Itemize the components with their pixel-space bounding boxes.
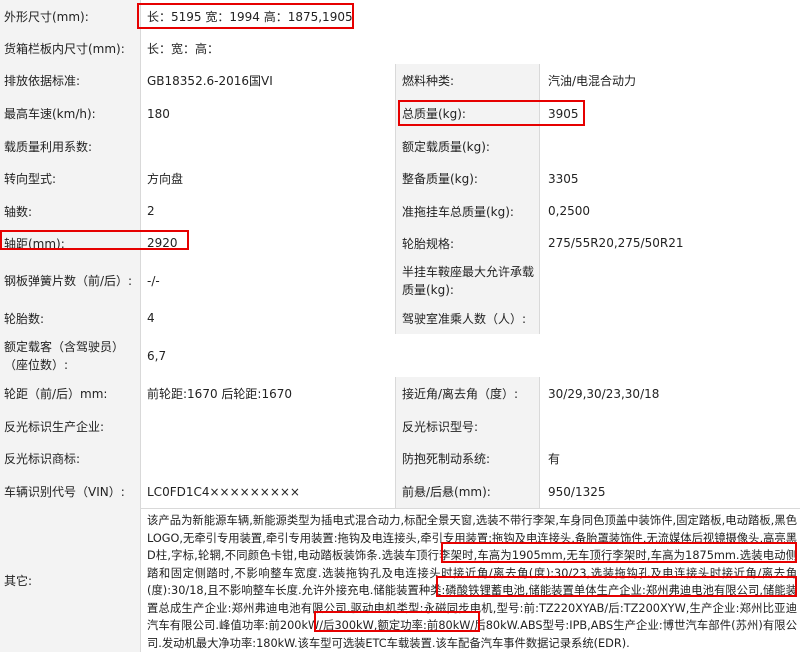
- value-tire-spec: 275/55R20,275/50R21: [540, 227, 800, 259]
- value-emission-standard: GB18352.6-2016国VI: [141, 64, 396, 97]
- label-abs-system: 防抱死制动系统:: [396, 442, 540, 475]
- value-reflective-maker: [141, 410, 396, 442]
- label-emission-standard: 排放依据标准:: [0, 64, 141, 97]
- value-abs-system: 有: [540, 442, 800, 475]
- label-fuel-type: 燃料种类:: [396, 64, 540, 97]
- label-trailer-mass: 准拖挂车总质量(kg):: [396, 195, 540, 227]
- value-wheelbase: 2920: [141, 227, 396, 259]
- value-saddle-load: [540, 259, 800, 302]
- spec-row-trademark-abs: 反光标识商标: 防抱死制动系统: 有: [0, 442, 800, 476]
- value-rated-load: [540, 130, 800, 162]
- spec-row-seats: 额定载客（含驾驶员）（座位数）: 6,7: [0, 334, 800, 378]
- value-tire-count: 4: [141, 302, 396, 334]
- label-reflective-maker: 反光标识生产企业:: [0, 410, 141, 442]
- spec-row-cargo-box: 货箱栏板内尺寸(mm): 长：宽：高：: [0, 32, 800, 65]
- spec-row-dimensions: 外形尺寸(mm): 长：5195 宽：1994 高：1875,1905: [0, 0, 800, 33]
- label-steering-type: 转向型式:: [0, 162, 141, 195]
- label-rated-passengers: 额定载客（含驾驶员）（座位数）:: [0, 334, 141, 377]
- spec-row-springs-saddle: 钢板弹簧片数（前/后）: -/- 半挂车鞍座最大允许承载质量(kg):: [0, 259, 800, 303]
- label-tire-spec: 轮胎规格:: [396, 227, 540, 259]
- label-total-mass: 总质量(kg):: [396, 97, 540, 130]
- label-max-speed: 最高车速(km/h):: [0, 97, 141, 130]
- label-reflective-model: 反光标识型号:: [396, 410, 540, 442]
- spec-row-load: 载质量利用系数: 额定载质量(kg):: [0, 130, 800, 163]
- value-curb-mass: 3305: [540, 162, 800, 195]
- value-approach-departure: 30/29,30/23,30/18: [540, 377, 800, 410]
- label-cargo-box-dimensions: 货箱栏板内尺寸(mm):: [0, 32, 141, 64]
- value-cab-occupants: [540, 302, 800, 334]
- value-max-speed: 180: [141, 97, 396, 130]
- label-approach-departure: 接近角/离去角（度）:: [396, 377, 540, 410]
- label-load-utilization: 载质量利用系数:: [0, 130, 141, 162]
- value-leaf-springs: -/-: [141, 259, 396, 302]
- label-outer-dimensions: 外形尺寸(mm):: [0, 0, 141, 32]
- label-leaf-springs: 钢板弹簧片数（前/后）:: [0, 259, 141, 302]
- label-rated-load: 额定载质量(kg):: [396, 130, 540, 162]
- value-trailer-mass: 0,2500: [540, 195, 800, 227]
- spec-row-reflective: 反光标识生产企业: 反光标识型号:: [0, 410, 800, 443]
- label-vin: 车辆识别代号（VIN）:: [0, 475, 141, 508]
- label-tire-count: 轮胎数:: [0, 302, 141, 334]
- spec-row-tires-cab: 轮胎数: 4 驾驶室准乘人数（人）:: [0, 302, 800, 335]
- spec-row-track-angles: 轮距（前/后）mm: 前轮距:1670 后轮距:1670 接近角/离去角（度）:…: [0, 377, 800, 411]
- spec-row-steering-curb: 转向型式: 方向盘 整备质量(kg): 3305: [0, 162, 800, 196]
- value-overhang: 950/1325: [540, 475, 800, 508]
- value-outer-dimensions: 长：5195 宽：1994 高：1875,1905: [141, 0, 800, 32]
- value-track-width: 前轮距:1670 后轮距:1670: [141, 377, 396, 410]
- value-steering-type: 方向盘: [141, 162, 396, 195]
- label-overhang: 前悬/后悬(mm):: [396, 475, 540, 508]
- value-fuel-type: 汽油/电混合动力: [540, 64, 800, 97]
- value-other-notes: 该产品为新能源车辆,新能源类型为插电式混合动力,标配全景天窗,选装不带行李架,车…: [147, 514, 797, 650]
- spec-row-vin-overhang: 车辆识别代号（VIN）: LC0FD1C4××××××××× 前悬/后悬(mm)…: [0, 475, 800, 509]
- label-saddle-load: 半挂车鞍座最大允许承载质量(kg):: [396, 259, 540, 302]
- label-reflective-trademark: 反光标识商标:: [0, 442, 141, 475]
- value-rated-passengers: 6,7: [141, 334, 800, 377]
- value-cargo-box-dimensions: 长：宽：高：: [141, 32, 800, 64]
- spec-row-wheelbase-tires: 轴距(mm): 2920 轮胎规格: 275/55R20,275/50R21: [0, 227, 800, 260]
- label-other: 其它:: [0, 508, 141, 652]
- label-track-width: 轮距（前/后）mm:: [0, 377, 141, 410]
- spec-row-speed-mass: 最高车速(km/h): 180 总质量(kg): 3905: [0, 97, 800, 131]
- label-axle-count: 轴数:: [0, 195, 141, 227]
- value-load-utilization: [141, 130, 396, 162]
- spec-row-emission-fuel: 排放依据标准: GB18352.6-2016国VI 燃料种类: 汽油/电混合动力: [0, 64, 800, 98]
- spec-row-other: 其它: 该产品为新能源车辆,新能源类型为插电式混合动力,标配全景天窗,选装不带行…: [0, 508, 800, 652]
- value-total-mass: 3905: [540, 97, 800, 130]
- label-cab-occupants: 驾驶室准乘人数（人）:: [396, 302, 540, 334]
- value-axle-count: 2: [141, 195, 396, 227]
- label-curb-mass: 整备质量(kg):: [396, 162, 540, 195]
- value-reflective-model: [540, 410, 800, 442]
- label-wheelbase: 轴距(mm):: [0, 227, 141, 259]
- spec-row-axles-trailer: 轴数: 2 准拖挂车总质量(kg): 0,2500: [0, 195, 800, 228]
- vehicle-spec-table: 外形尺寸(mm): 长：5195 宽：1994 高：1875,1905 货箱栏板…: [0, 0, 800, 652]
- value-vin: LC0FD1C4×××××××××: [141, 475, 396, 508]
- value-reflective-trademark: [141, 442, 396, 475]
